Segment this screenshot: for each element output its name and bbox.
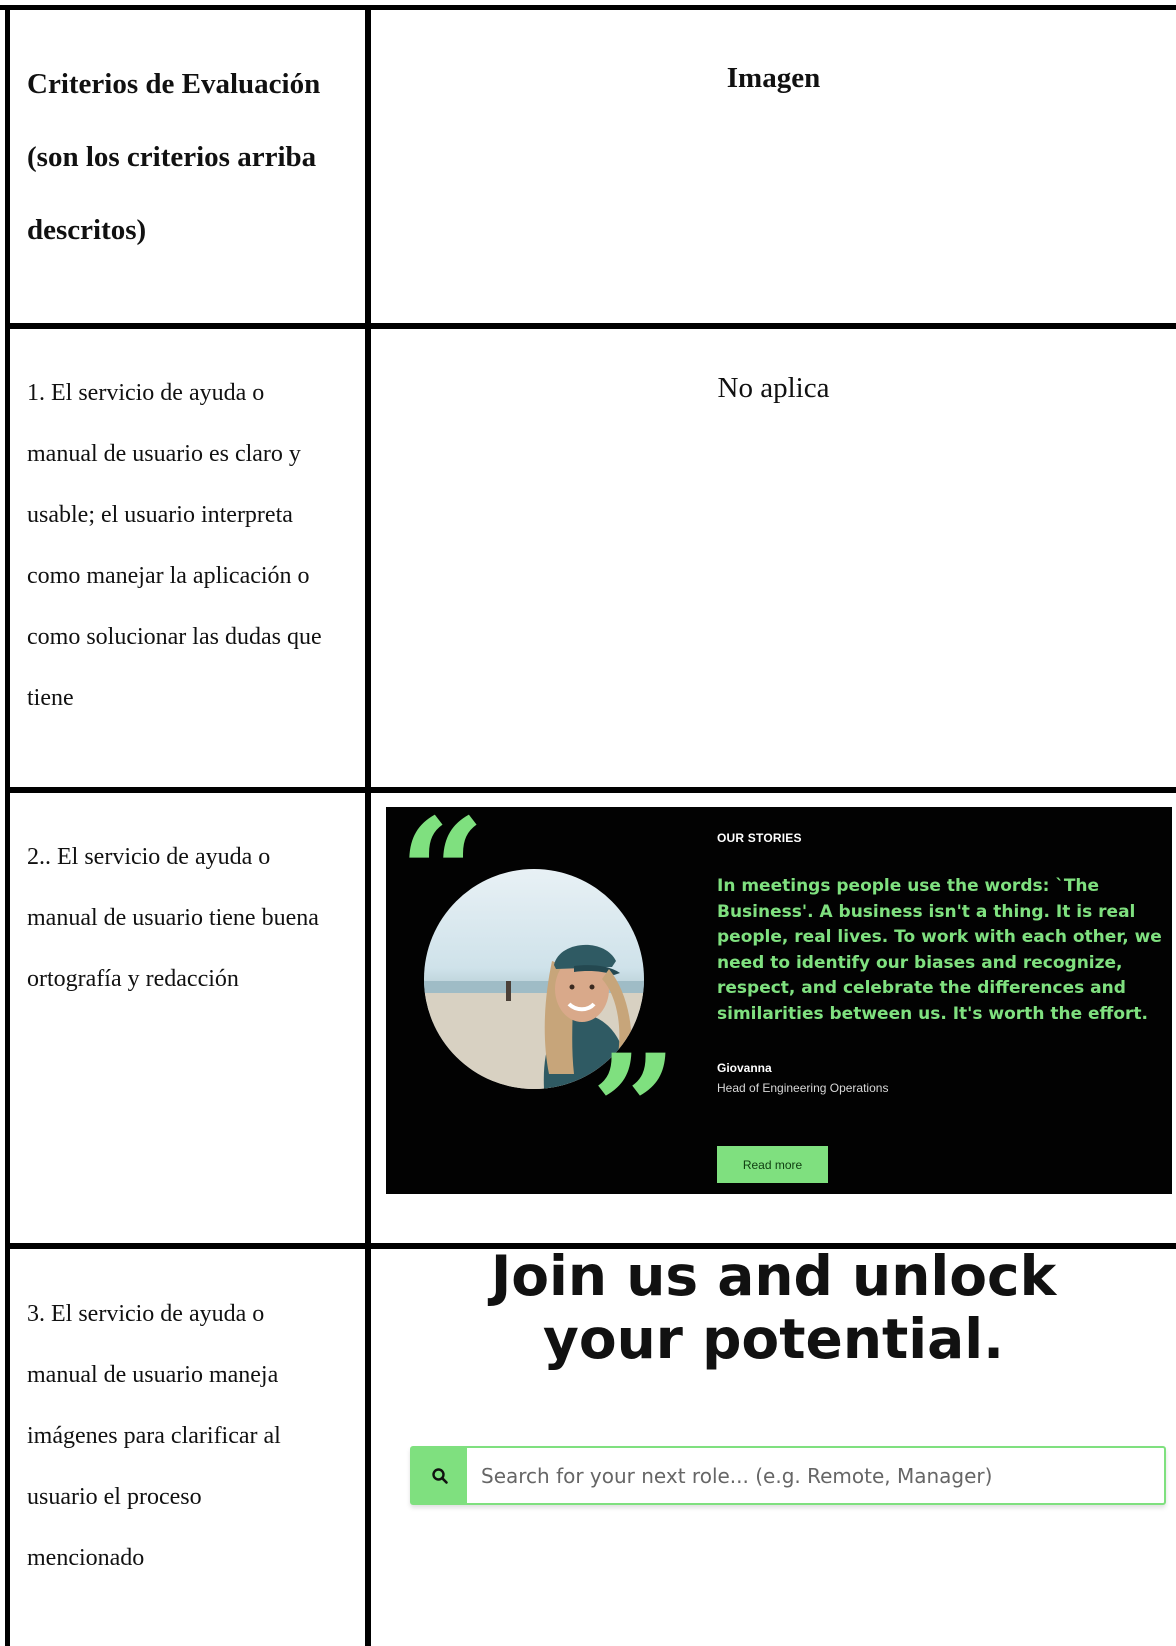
criterion-line: como solucionar las dudas que bbox=[27, 624, 322, 650]
our-stories-screenshot: “ ” OUR STORIES In meetings people use t… bbox=[386, 807, 1172, 1194]
quote-line: people, real lives. To work with each ot… bbox=[717, 927, 1162, 947]
testimonial-quote: In meetings people use the words: `The B… bbox=[717, 874, 1167, 1027]
criterion-line: imágenes para clarificar al bbox=[27, 1423, 281, 1449]
header-image: Imagen bbox=[726, 62, 821, 94]
quote-line: In meetings people use the words: `The bbox=[717, 876, 1100, 896]
criterion-line: 2.. El servicio de ayuda o bbox=[27, 844, 271, 870]
criterion-line: usable; el usuario interpreta bbox=[27, 502, 293, 528]
criterion-line: manual de usuario maneja bbox=[27, 1362, 279, 1388]
criterion-line: 1. El servicio de ayuda o bbox=[27, 380, 265, 406]
role-search-bar bbox=[410, 1446, 1166, 1505]
criterion-line: como manejar la aplicación o bbox=[27, 563, 310, 589]
table-row-divider bbox=[5, 323, 1176, 329]
role-search-input[interactable] bbox=[467, 1448, 1164, 1503]
table-divider-vertical bbox=[365, 5, 371, 1646]
table-border-left bbox=[5, 5, 10, 1646]
header-criteria-line: (son los criterios arriba bbox=[27, 141, 317, 173]
table-border-top bbox=[0, 5, 1176, 10]
header-criteria-line: Criterios de Evaluación bbox=[27, 68, 321, 100]
person-role: Head of Engineering Operations bbox=[717, 1081, 889, 1095]
criterion-line: 3. El servicio de ayuda o bbox=[27, 1301, 265, 1327]
criterion-3: 3. El servicio de ayuda o manual de usua… bbox=[27, 1284, 357, 1589]
not-applicable-text: No aplica bbox=[717, 372, 830, 404]
quote-line: Business'. A business isn't a thing. It … bbox=[717, 901, 1136, 922]
read-more-button[interactable]: Read more bbox=[717, 1146, 828, 1183]
criterion-line: manual de usuario es claro y bbox=[27, 441, 301, 467]
quote-line: respect, and celebrate the differences a… bbox=[717, 978, 1126, 998]
header-criteria-line: descritos) bbox=[27, 214, 147, 246]
header-criteria: Criterios de Evaluación (son los criteri… bbox=[27, 48, 357, 267]
evaluation-table: Criterios de Evaluación (son los criteri… bbox=[0, 0, 1176, 1646]
person-name: Giovanna bbox=[717, 1061, 772, 1075]
join-headline-line: Join us and unlock bbox=[490, 1244, 1057, 1308]
closing-quote-mark: ” bbox=[591, 1022, 678, 1194]
join-headline: Join us and unlock your potential. bbox=[371, 1245, 1176, 1371]
quote-line: need to identify our biases and recogniz… bbox=[717, 952, 1123, 973]
criterion-1: 1. El servicio de ayuda o manual de usua… bbox=[27, 363, 357, 729]
stories-eyebrow: OUR STORIES bbox=[717, 831, 802, 845]
search-button[interactable] bbox=[412, 1448, 467, 1503]
table-row-divider bbox=[5, 787, 1176, 793]
search-icon bbox=[431, 1467, 448, 1484]
criterion-line: ortografía y redacción bbox=[27, 966, 239, 992]
quote-line: similarities between us. It's worth the … bbox=[717, 1003, 1148, 1024]
opening-quote-mark: “ bbox=[399, 807, 486, 962]
criterion-line: tiene bbox=[27, 685, 74, 711]
criterion-line: mencionado bbox=[27, 1545, 145, 1571]
join-headline-line: your potential. bbox=[543, 1307, 1004, 1371]
criterion-2: 2.. El servicio de ayuda o manual de usu… bbox=[27, 827, 357, 1010]
criterion-line: usuario el proceso bbox=[27, 1484, 202, 1510]
criterion-line: manual de usuario tiene buena bbox=[27, 905, 319, 931]
